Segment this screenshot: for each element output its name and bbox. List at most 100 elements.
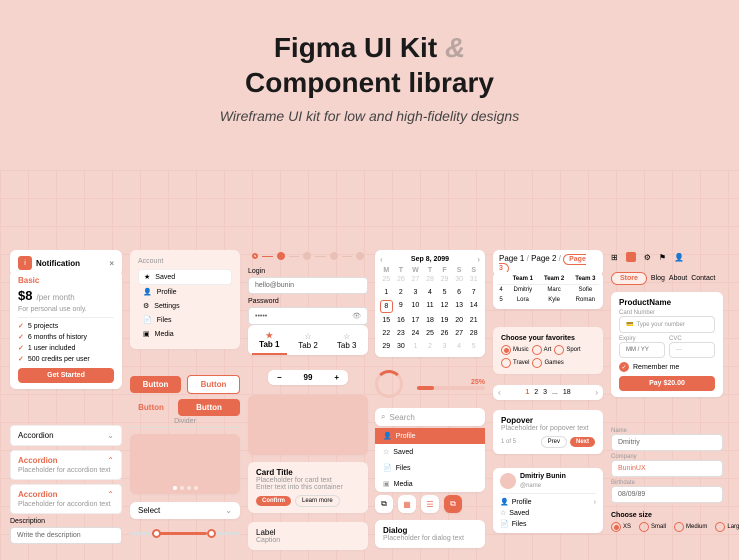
slider-handle[interactable] bbox=[152, 529, 161, 538]
calendar-day[interactable]: 4 bbox=[424, 287, 437, 298]
calendar-day[interactable]: 25 bbox=[424, 328, 437, 339]
add-button[interactable]: ⧉ bbox=[444, 495, 462, 513]
calendar-day[interactable]: 30 bbox=[395, 341, 408, 352]
gear-icon[interactable]: ⚙ bbox=[644, 253, 651, 262]
email-input[interactable]: hello@bunin bbox=[248, 277, 368, 294]
calendar-day[interactable]: 9 bbox=[395, 300, 408, 313]
accordion-item[interactable]: Accordion⌄ bbox=[10, 425, 122, 446]
grid-icon[interactable]: ⊞ bbox=[611, 253, 618, 262]
carousel-dot[interactable] bbox=[187, 486, 191, 490]
size-option[interactable]: Medium bbox=[674, 522, 707, 532]
slider-handle[interactable] bbox=[207, 529, 216, 538]
calendar-day[interactable]: 15 bbox=[380, 315, 393, 326]
account-item[interactable]: ▣Media bbox=[138, 327, 232, 341]
chip[interactable]: Music bbox=[501, 345, 529, 355]
prev-button[interactable]: Prev bbox=[541, 436, 567, 448]
breadcrumb-item[interactable]: Page 1 bbox=[499, 254, 524, 263]
page-number[interactable]: ... bbox=[552, 389, 558, 396]
tab-2[interactable]: ☆Tab 2 bbox=[291, 332, 326, 354]
accordion-item[interactable]: Accordion⌃ Placeholder for accordion tex… bbox=[10, 450, 122, 480]
user-menu-files[interactable]: 📄Files bbox=[500, 520, 596, 528]
carousel-dot[interactable] bbox=[180, 486, 184, 490]
calendar-day[interactable]: 28 bbox=[467, 328, 480, 339]
accordion-item[interactable]: Accordion⌃ Placeholder for accordion tex… bbox=[10, 484, 122, 514]
calendar-day[interactable]: 3 bbox=[438, 341, 451, 352]
calendar-day[interactable]: 31 bbox=[467, 274, 480, 285]
calendar-day[interactable]: 23 bbox=[395, 328, 408, 339]
nav-item[interactable]: Store bbox=[611, 272, 647, 285]
eye-icon[interactable]: 👁 bbox=[352, 312, 361, 320]
size-option[interactable]: Small bbox=[639, 522, 666, 532]
calendar-day[interactable]: 11 bbox=[424, 300, 437, 313]
carousel-placeholder[interactable] bbox=[130, 434, 240, 494]
menu-item-profile[interactable]: 👤Profile bbox=[375, 428, 485, 444]
confirm-button[interactable]: Confirm bbox=[256, 496, 291, 506]
flag-icon[interactable]: ⚑ bbox=[659, 253, 666, 262]
grid-button[interactable]: ▦ bbox=[398, 495, 416, 513]
calendar-day[interactable]: 19 bbox=[438, 315, 451, 326]
plus-button[interactable]: + bbox=[328, 373, 345, 382]
pay-button[interactable]: Pay $20.00 bbox=[619, 376, 715, 391]
calendar-day[interactable]: 8 bbox=[380, 300, 393, 313]
calendar-day[interactable]: 2 bbox=[424, 341, 437, 352]
calendar-day[interactable]: 24 bbox=[409, 328, 422, 339]
page-number[interactable]: 2 bbox=[534, 389, 538, 396]
user-menu-saved[interactable]: ☆Saved bbox=[500, 509, 596, 517]
calendar-day[interactable]: 3 bbox=[409, 287, 422, 298]
calendar-day[interactable]: 2 bbox=[395, 287, 408, 298]
calendar-day[interactable]: 26 bbox=[395, 274, 408, 285]
slider[interactable] bbox=[130, 528, 240, 540]
account-item[interactable]: 👤Profile bbox=[138, 285, 232, 299]
calendar-day[interactable]: 10 bbox=[409, 300, 422, 313]
page-prev[interactable]: ‹ bbox=[498, 388, 501, 397]
card-number-input[interactable]: 💳Type your number bbox=[619, 316, 715, 333]
company-input[interactable]: BuninUX bbox=[611, 460, 723, 477]
user-menu-profile[interactable]: 👤Profile › bbox=[500, 498, 596, 506]
calendar-day[interactable]: 21 bbox=[467, 315, 480, 326]
calendar-day[interactable]: 14 bbox=[467, 300, 480, 313]
calendar-next[interactable]: › bbox=[477, 255, 480, 264]
next-button[interactable]: Next bbox=[570, 437, 595, 447]
get-started-button[interactable]: Get Started bbox=[18, 368, 114, 383]
calendar-day[interactable]: 29 bbox=[438, 274, 451, 285]
calendar-day[interactable]: 18 bbox=[424, 315, 437, 326]
menu-item[interactable]: 📄Files bbox=[375, 460, 485, 476]
page-number[interactable]: 1 bbox=[525, 389, 529, 396]
calendar-day[interactable]: 16 bbox=[395, 315, 408, 326]
calendar-day[interactable]: 17 bbox=[409, 315, 422, 326]
calendar-day[interactable]: 13 bbox=[453, 300, 466, 313]
primary-button[interactable]: Button bbox=[130, 376, 181, 393]
calendar-day[interactable]: 30 bbox=[453, 274, 466, 285]
secondary-button[interactable]: Button bbox=[187, 375, 240, 394]
select-dropdown[interactable]: Select ⌄ bbox=[130, 502, 240, 519]
calendar-day[interactable]: 22 bbox=[380, 328, 393, 339]
calendar-day[interactable]: 6 bbox=[453, 287, 466, 298]
nav-item[interactable]: Blog bbox=[651, 275, 665, 282]
password-input[interactable]: •••••👁 bbox=[248, 307, 368, 325]
calendar-day[interactable]: 25 bbox=[380, 274, 393, 285]
calendar-day[interactable]: 5 bbox=[438, 287, 451, 298]
text-button[interactable]: Button bbox=[130, 403, 172, 412]
tab-1[interactable]: ★Tab 1 bbox=[252, 331, 287, 355]
breadcrumb-item[interactable]: Page 2 bbox=[531, 254, 556, 263]
calendar-day[interactable]: 1 bbox=[409, 341, 422, 352]
chip[interactable]: Art bbox=[532, 345, 552, 355]
birthdate-input[interactable]: 08/09/89 bbox=[611, 486, 723, 503]
calendar-prev[interactable]: ‹ bbox=[380, 255, 383, 264]
search-input[interactable]: ⌕Search bbox=[375, 408, 485, 426]
page-number[interactable]: 3 bbox=[543, 389, 547, 396]
chip[interactable]: Sport bbox=[554, 345, 580, 355]
calendar-day[interactable]: 4 bbox=[453, 341, 466, 352]
calendar-day[interactable]: 12 bbox=[438, 300, 451, 313]
account-item[interactable]: 📄Files bbox=[138, 313, 232, 327]
carousel-dot[interactable] bbox=[173, 486, 177, 490]
account-item[interactable]: ⚙Settings bbox=[138, 299, 232, 313]
page-next[interactable]: › bbox=[595, 388, 598, 397]
learn-more-button[interactable]: Learn more bbox=[295, 495, 340, 507]
carousel-dot[interactable] bbox=[194, 486, 198, 490]
user-icon[interactable]: 👤 bbox=[674, 253, 684, 262]
calendar-day[interactable]: 1 bbox=[380, 287, 393, 298]
nav-item[interactable]: About bbox=[669, 275, 687, 282]
cvc-input[interactable]: ··· bbox=[669, 342, 715, 358]
account-item[interactable]: ★Saved bbox=[138, 269, 232, 285]
